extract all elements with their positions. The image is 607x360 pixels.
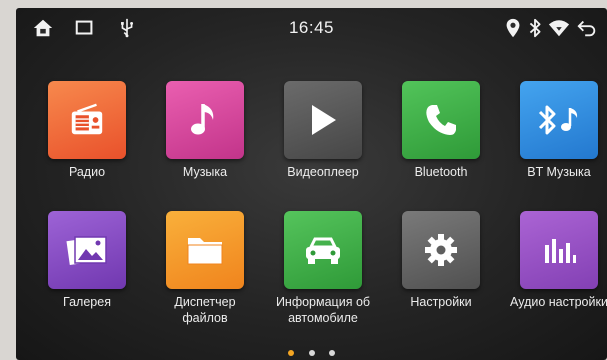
status-bar: 16:45: [16, 8, 607, 48]
app-settings[interactable]: Настройки: [381, 211, 501, 310]
app-label: BT Музыка: [527, 165, 591, 179]
equalizer-icon[interactable]: [520, 211, 598, 289]
app-label: Bluetooth: [414, 165, 468, 179]
car-icon[interactable]: [284, 211, 362, 289]
app-label: Галерея: [63, 295, 111, 309]
app-bluetooth[interactable]: Bluetooth: [381, 81, 501, 180]
app-label: Настройки: [410, 295, 472, 309]
wifi-icon: [548, 17, 570, 39]
app-file-manager[interactable]: Диспетчер файлов: [145, 211, 265, 326]
play-icon[interactable]: [284, 81, 362, 159]
page-dot-1[interactable]: [288, 350, 295, 356]
app-label: Музыка: [182, 165, 228, 179]
radio-icon[interactable]: [48, 81, 126, 159]
app-label: Радио: [68, 165, 106, 179]
bluetooth-icon: [524, 17, 546, 39]
app-label: Аудио настройки: [510, 295, 607, 309]
app-bt-music[interactable]: BT Музыка: [499, 81, 607, 180]
back-icon[interactable]: [576, 17, 598, 39]
page-dot-2[interactable]: [308, 350, 315, 356]
app-gallery[interactable]: Галерея: [27, 211, 147, 310]
app-vehicle-info[interactable]: Информация об автомобиле: [263, 211, 383, 326]
page-indicator: [16, 343, 607, 360]
app-label: Диспетчер файлов: [174, 295, 236, 325]
head-unit-screen: 16:45 Радио Музыка Видеоплеер Bluetooth …: [16, 8, 607, 360]
music-note-icon[interactable]: [166, 81, 244, 159]
app-video-player[interactable]: Видеоплеер: [263, 81, 383, 180]
app-label: Информация об автомобиле: [275, 295, 371, 325]
location-icon: [502, 17, 524, 39]
app-music[interactable]: Музыка: [145, 81, 265, 180]
page-dot-3[interactable]: [328, 350, 335, 356]
app-audio-settings[interactable]: Аудио настройки: [499, 211, 607, 310]
app-radio[interactable]: Радио: [27, 81, 147, 180]
settings-gear-icon[interactable]: [402, 211, 480, 289]
gallery-icon[interactable]: [48, 211, 126, 289]
app-label: Видеоплеер: [287, 165, 359, 179]
phone-icon[interactable]: [402, 81, 480, 159]
folder-icon[interactable]: [166, 211, 244, 289]
bluetooth-music-icon[interactable]: [520, 81, 598, 159]
